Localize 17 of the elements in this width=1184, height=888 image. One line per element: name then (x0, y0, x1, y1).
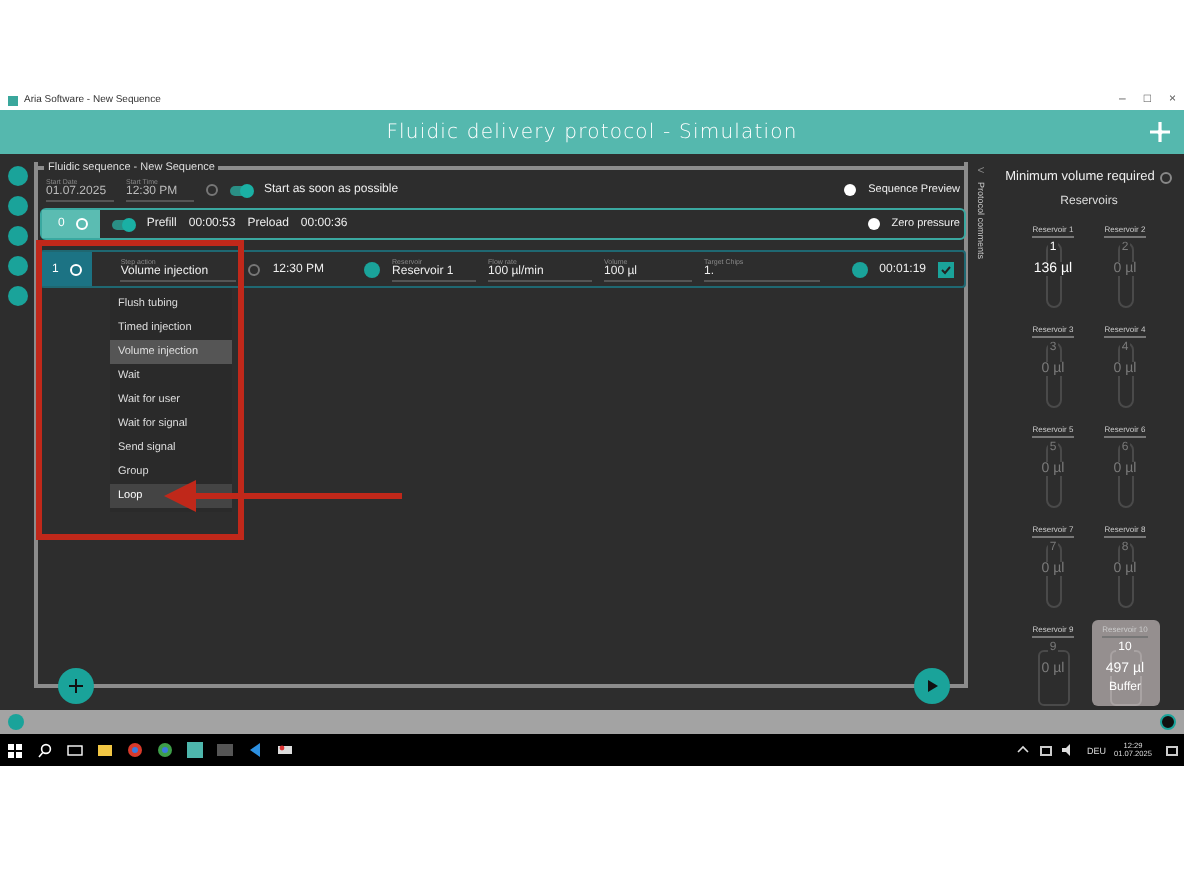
chevron-up-icon[interactable] (1014, 742, 1033, 758)
add-button[interactable] (58, 668, 94, 704)
toggle-switch[interactable] (112, 219, 135, 229)
app-icon (8, 95, 18, 105)
start-icon[interactable] (6, 742, 24, 758)
app-icon[interactable] (186, 742, 204, 758)
checkbox[interactable] (938, 261, 954, 277)
play-icon (924, 678, 940, 694)
play-button[interactable] (914, 668, 950, 704)
toggle-switch[interactable] (230, 185, 252, 195)
search-icon[interactable] (36, 742, 54, 758)
app-icon[interactable] (276, 742, 294, 758)
task-view-icon[interactable] (66, 742, 84, 758)
plus-icon (68, 678, 84, 694)
app-title: Fluidic delivery protocol - Simulation (386, 121, 798, 143)
radio-dot[interactable] (844, 184, 857, 196)
radio-dot[interactable] (867, 218, 880, 230)
